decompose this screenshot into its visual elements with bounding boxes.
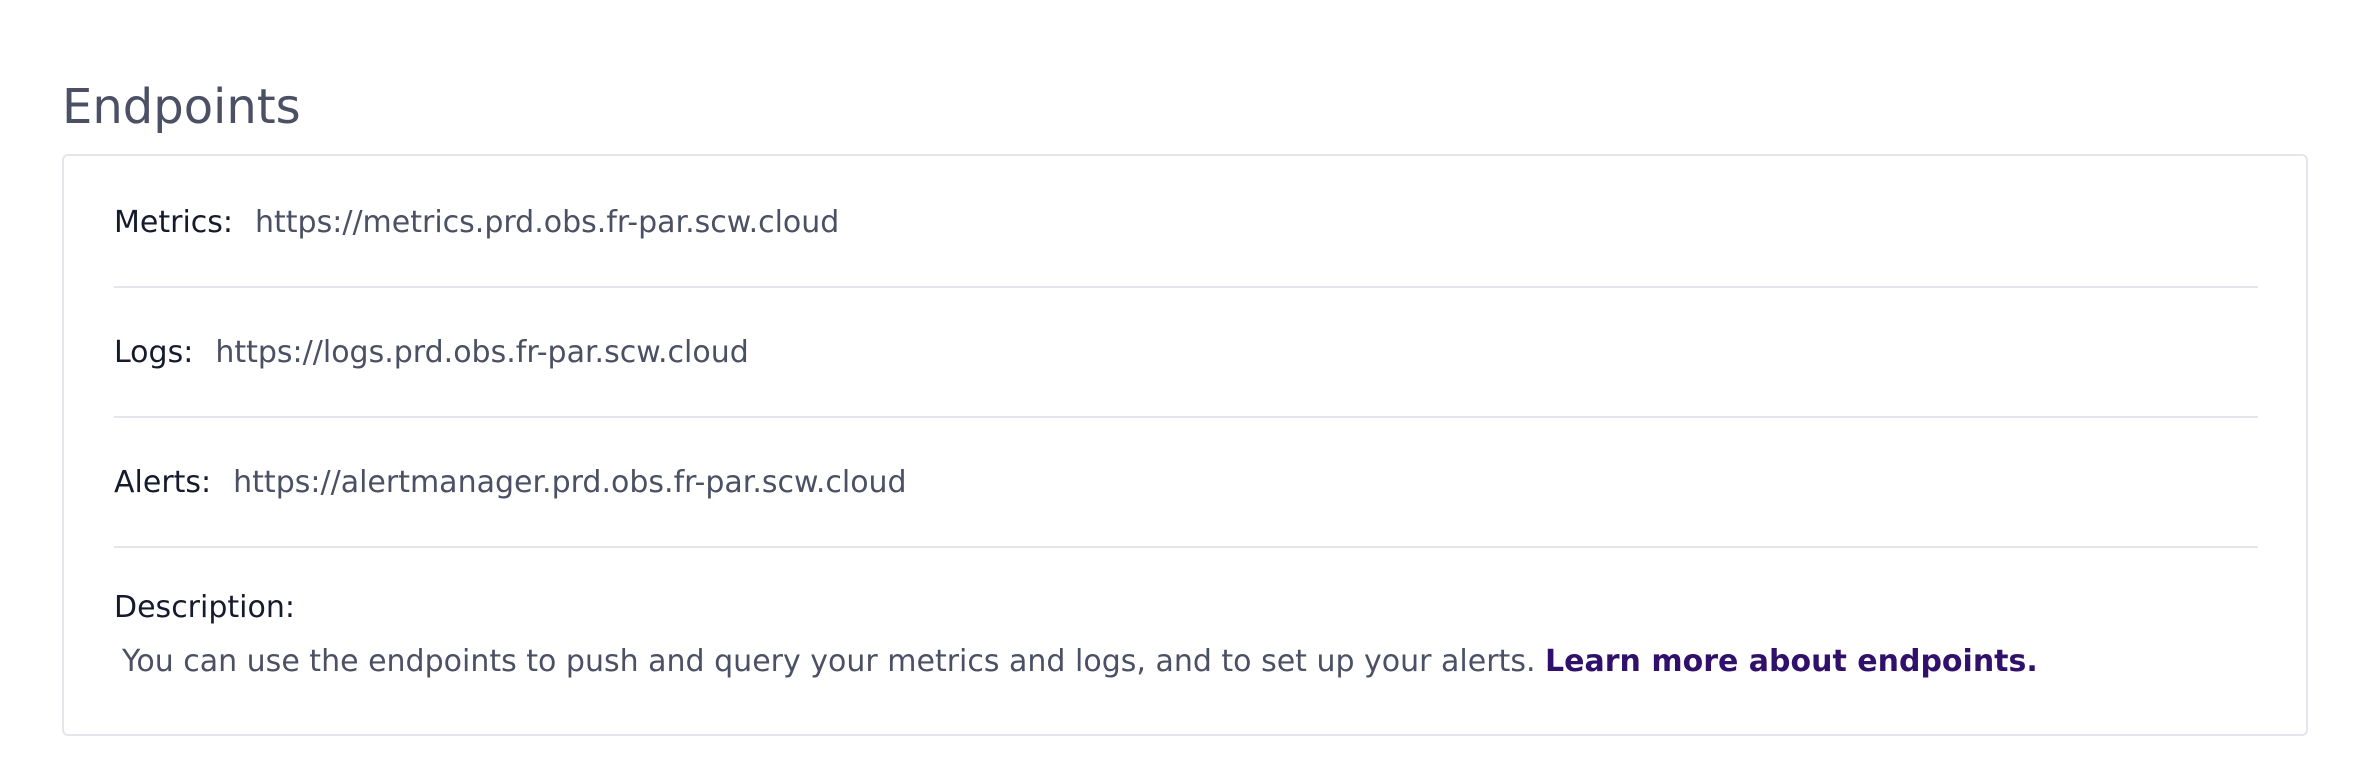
logs-label: Logs:	[114, 334, 194, 370]
description-text-line: You can use the endpoints to push and qu…	[122, 640, 2038, 684]
metrics-row: Metrics: https://metrics.prd.obs.fr-par.…	[114, 158, 2258, 288]
learn-more-link[interactable]: Learn more about endpoints.	[1545, 644, 2038, 679]
logs-endpoint-url[interactable]: https://logs.prd.obs.fr-par.scw.cloud	[215, 335, 748, 370]
alerts-label: Alerts:	[114, 464, 212, 500]
alerts-endpoint-url[interactable]: https://alertmanager.prd.obs.fr-par.scw.…	[233, 465, 906, 500]
endpoints-card: Metrics: https://metrics.prd.obs.fr-par.…	[62, 154, 2308, 736]
description-text: You can use the endpoints to push and qu…	[122, 644, 1536, 679]
description-label: Description:	[114, 590, 295, 625]
logs-row: Logs: https://logs.prd.obs.fr-par.scw.cl…	[114, 288, 2258, 418]
section-title: Endpoints	[62, 79, 301, 135]
metrics-endpoint-url[interactable]: https://metrics.prd.obs.fr-par.scw.cloud	[255, 205, 839, 240]
description-block: Description: You can use the endpoints t…	[114, 586, 2038, 684]
alerts-row: Alerts: https://alertmanager.prd.obs.fr-…	[114, 418, 2258, 548]
metrics-label: Metrics:	[114, 204, 234, 240]
